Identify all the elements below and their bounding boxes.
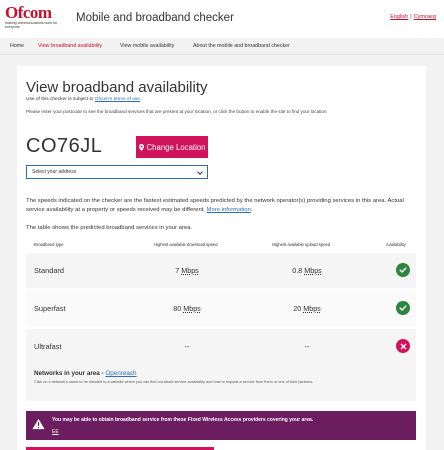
upload-value: -- <box>304 342 310 351</box>
nav-home[interactable]: Home <box>10 43 24 49</box>
speeds-note: The speeds indicated on the checker are … <box>26 197 418 214</box>
address-select[interactable]: Select your address <box>26 165 208 179</box>
page-title: View broadband availability <box>26 79 208 96</box>
location-pin-icon <box>138 143 144 151</box>
upload-unit: Mbps <box>303 304 321 313</box>
address-select-value: Select your address <box>32 169 77 175</box>
row-type: Standard <box>34 266 64 275</box>
nav-view-broadband[interactable]: View broadband availability <box>38 43 102 49</box>
change-location-label: Change Location <box>146 142 206 152</box>
lang-separator: | <box>410 14 412 20</box>
row-upload-speed: 0.8 Mbps <box>267 266 347 275</box>
more-information-link[interactable]: More information <box>207 207 251 213</box>
language-switcher: English | Cymraeg <box>390 14 436 20</box>
networks-heading: Networks in your area - <box>34 370 106 377</box>
app-title: Mobile and broadband checker <box>76 12 234 24</box>
networks-title: Networks in your area - Openreach <box>34 370 408 377</box>
nav-view-mobile[interactable]: View mobile availability <box>120 43 174 49</box>
download-value: 80 <box>173 304 182 313</box>
unavailable-cross-icon <box>396 339 410 353</box>
logo-wordmark: Ofcom <box>5 3 52 22</box>
terms-link[interactable]: Ofcom's terms of use <box>95 97 140 102</box>
change-location-button[interactable]: Change Location <box>136 136 208 158</box>
networks-description: Click on a network's name to be directed… <box>34 380 314 384</box>
download-unit: Mbps <box>181 266 199 275</box>
header-upload-speed: Highest available upload speed <box>272 242 331 247</box>
upload-value: 0.8 <box>292 266 303 275</box>
main-nav: Home View broadband availability View mo… <box>0 38 444 55</box>
networks-panel: Networks in your area - Openreach Click … <box>26 363 416 401</box>
speeds-note-suffix: . <box>250 206 253 213</box>
terms-suffix: . <box>139 97 142 102</box>
site-header: Ofcom making communications work for eve… <box>0 0 444 38</box>
row-type: Superfast <box>34 304 66 313</box>
lang-english-link[interactable]: English <box>390 14 408 20</box>
openreach-link[interactable]: Openreach <box>105 370 136 377</box>
row-upload-speed: 20 Mbps <box>267 304 347 313</box>
header-availability: Availability <box>386 242 406 247</box>
fwa-text: You may be able to obtain broadband serv… <box>52 417 314 423</box>
header-download-speed: Highest available download speed <box>154 242 218 247</box>
download-value: 7 <box>175 266 180 275</box>
chevron-down-icon <box>197 169 203 175</box>
fwa-banner: You may be able to obtain broadband serv… <box>26 411 416 440</box>
table-header: Broadband type Highest available downloa… <box>26 240 416 250</box>
warning-icon <box>32 418 45 430</box>
lang-welsh-link[interactable]: Cymraeg <box>414 14 436 20</box>
nav-about-checker[interactable]: About the mobile and broadband checker <box>193 43 290 49</box>
table-row: Standard 7 Mbps 0.8 Mbps <box>26 253 416 288</box>
header-broadband-type: Broadband type <box>34 242 64 247</box>
upload-value: 20 <box>293 304 302 313</box>
intro-text: Please enter your postcode to see the br… <box>26 109 327 114</box>
fwa-provider-link[interactable]: EE <box>52 429 59 435</box>
download-value: -- <box>184 342 190 351</box>
row-upload-speed: -- <box>267 342 347 351</box>
logo-tagline: making communications work for everyone <box>5 21 58 30</box>
table-row: Ultrafast -- -- <box>26 329 416 364</box>
row-type: Ultrafast <box>34 342 62 351</box>
row-download-speed: 7 Mbps <box>147 266 227 275</box>
available-check-icon <box>396 301 410 315</box>
terms-notice: Use of this checker is subject to Ofcom'… <box>26 97 141 102</box>
row-download-speed: -- <box>147 342 227 351</box>
download-unit: Mbps <box>183 304 201 313</box>
postcode-display: CO76JL <box>26 135 103 157</box>
row-download-speed: 80 Mbps <box>147 304 227 313</box>
main-card: View broadband availability Use of this … <box>17 66 426 450</box>
table-intro: The table shows the predicted broadband … <box>26 225 193 231</box>
ofcom-logo[interactable]: Ofcom making communications work for eve… <box>5 3 65 34</box>
terms-prefix: Use of this checker is subject to <box>26 97 95 102</box>
available-check-icon <box>396 263 410 277</box>
table-row: Superfast 80 Mbps 20 Mbps <box>26 291 416 326</box>
upload-unit: Mbps <box>304 266 322 275</box>
